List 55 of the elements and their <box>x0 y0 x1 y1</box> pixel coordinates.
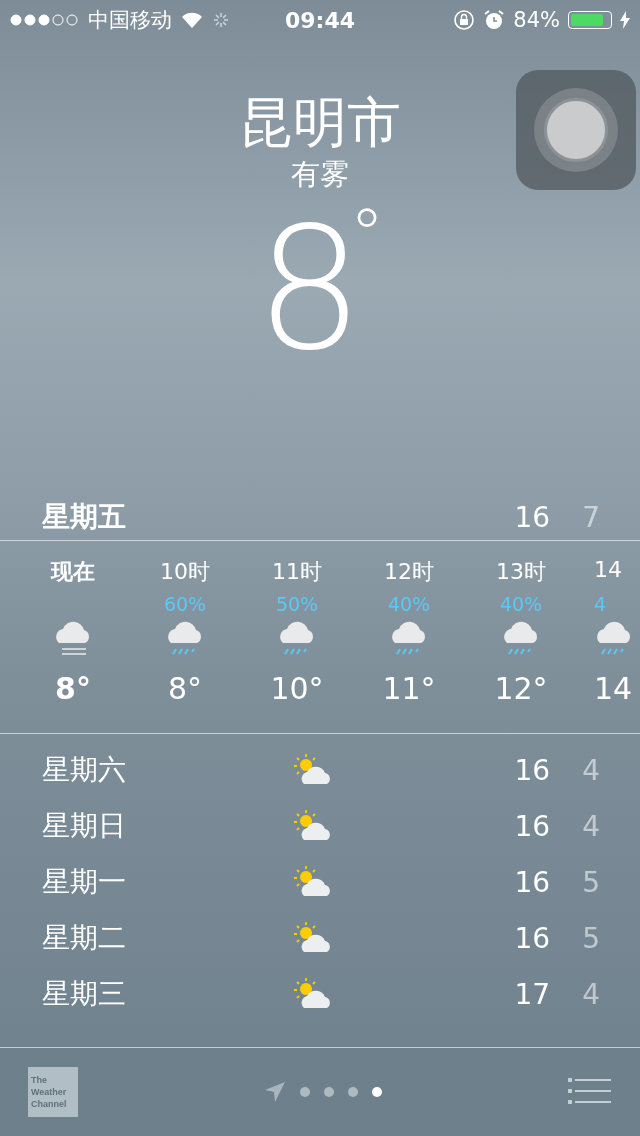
low-temperature: 7 <box>582 500 600 534</box>
day-name: 星期二 <box>42 920 127 956</box>
low-temperature: 5 <box>582 921 600 955</box>
day-name: 星期五 <box>42 499 127 535</box>
low-temperature: 4 <box>582 809 600 843</box>
high-temperature: 16 <box>514 921 551 955</box>
alarm-clock-icon <box>483 9 506 31</box>
hour-label: 13时 <box>496 558 546 586</box>
precipitation-chance: 40% <box>499 593 543 617</box>
day-name: 星期一 <box>42 864 127 900</box>
signal-icon <box>10 14 80 26</box>
hour-label: 现在 <box>51 558 95 586</box>
high-temperature: 16 <box>514 809 551 843</box>
hour-temperature: 8° <box>55 671 91 706</box>
hour-temperature: 11° <box>382 671 436 706</box>
low-temperature: 4 <box>582 753 600 787</box>
page-dot[interactable] <box>300 1087 310 1097</box>
precipitation-chance: 4 <box>594 593 607 617</box>
charging-bolt-icon <box>620 11 630 29</box>
weather-condition: 有雾 <box>291 156 349 192</box>
hour-label: 14 <box>594 557 622 584</box>
assistive-touch-button[interactable] <box>516 70 636 190</box>
battery-fill <box>571 14 603 26</box>
list-icon[interactable] <box>568 1078 612 1106</box>
high-temperature: 16 <box>514 500 551 534</box>
day-name: 星期三 <box>42 976 127 1012</box>
hour-temperature: 12° <box>494 671 548 706</box>
rotation-lock-icon <box>453 9 476 31</box>
day-name: 星期六 <box>42 752 127 788</box>
wifi-icon <box>180 11 204 29</box>
hour-temperature: 14 <box>594 671 633 706</box>
page-dot[interactable] <box>324 1087 334 1097</box>
clock-time: 09:44 <box>285 8 355 33</box>
location-arrow-icon[interactable] <box>264 1081 286 1103</box>
loading-spinner-icon <box>212 11 230 29</box>
high-temperature: 17 <box>514 977 551 1011</box>
city-name: 昆明市 <box>239 90 401 156</box>
precipitation-chance: 60% <box>163 593 207 617</box>
low-temperature: 5 <box>582 865 600 899</box>
precipitation-chance: 40% <box>387 593 431 617</box>
battery-percent: 84% <box>513 8 560 32</box>
hour-label: 12时 <box>384 558 434 586</box>
page-dot[interactable] <box>348 1087 358 1097</box>
hour-temperature: 8° <box>167 671 203 706</box>
carrier-name: 中国移动 <box>88 7 172 34</box>
hour-temperature: 10° <box>270 671 324 706</box>
weather-channel-logo[interactable]: The Weather Channel <box>28 1067 78 1117</box>
hour-label: 11时 <box>272 558 322 586</box>
page-dot[interactable] <box>372 1087 382 1097</box>
hour-label: 10时 <box>160 558 210 586</box>
precipitation-chance: 50% <box>275 593 319 617</box>
high-temperature: 16 <box>514 865 551 899</box>
high-temperature: 16 <box>514 753 551 787</box>
low-temperature: 4 <box>582 977 600 1011</box>
day-name: 星期日 <box>42 808 127 844</box>
